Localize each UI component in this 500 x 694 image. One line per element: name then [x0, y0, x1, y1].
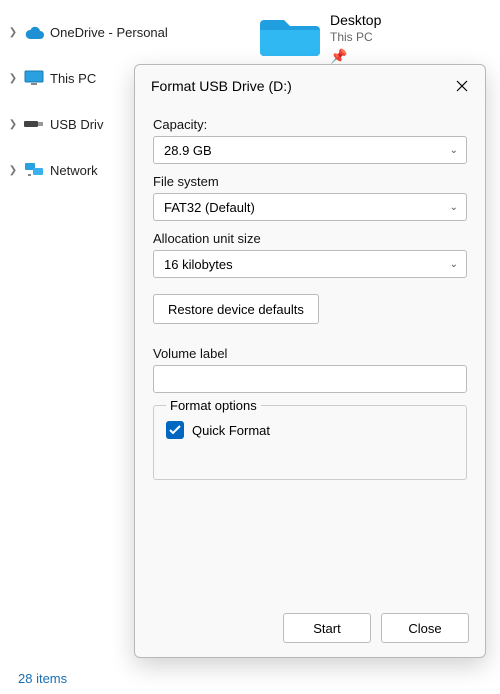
- network-icon: [24, 160, 44, 180]
- tree-item-label: OneDrive - Personal: [50, 25, 168, 40]
- cloud-icon: [24, 22, 44, 42]
- volume-label-input[interactable]: [153, 365, 467, 393]
- format-options-legend: Format options: [166, 398, 261, 413]
- dialog-titlebar: Format USB Drive (D:): [135, 65, 485, 105]
- capacity-value: 28.9 GB: [164, 143, 212, 158]
- dialog-footer: Start Close: [135, 601, 485, 657]
- folder-icon: [260, 10, 320, 58]
- close-icon: [456, 80, 468, 92]
- folder-title: Desktop: [330, 12, 381, 28]
- format-dialog: Format USB Drive (D:) Capacity: 28.9 GB …: [134, 64, 486, 658]
- tree-item-label: Network: [50, 163, 98, 178]
- check-icon: [169, 425, 181, 435]
- capacity-label: Capacity:: [153, 117, 467, 132]
- volume-label-label: Volume label: [153, 346, 467, 361]
- chevron-right-icon: ❯: [6, 165, 20, 176]
- quick-format-checkbox[interactable]: [166, 421, 184, 439]
- format-options-group: Format options Quick Format: [153, 405, 467, 480]
- pin-icon: 📌: [330, 48, 381, 65]
- chevron-right-icon: ❯: [6, 27, 20, 38]
- filesystem-label: File system: [153, 174, 467, 189]
- folder-item-desktop[interactable]: Desktop This PC 📌: [260, 10, 381, 65]
- quick-format-label: Quick Format: [192, 423, 270, 438]
- tree-item-onedrive[interactable]: ❯ OneDrive - Personal: [0, 16, 220, 48]
- filesystem-combo[interactable]: FAT32 (Default) ⌄: [153, 193, 467, 221]
- restore-defaults-button[interactable]: Restore device defaults: [153, 294, 319, 324]
- tree-item-label: This PC: [50, 71, 96, 86]
- close-button[interactable]: [451, 75, 473, 97]
- start-button[interactable]: Start: [283, 613, 371, 643]
- allocation-value: 16 kilobytes: [164, 257, 233, 272]
- folder-subtitle: This PC: [330, 30, 381, 44]
- monitor-icon: [24, 68, 44, 88]
- chevron-right-icon: ❯: [6, 73, 20, 84]
- close-dialog-button[interactable]: Close: [381, 613, 469, 643]
- usb-icon: [24, 114, 44, 134]
- dialog-title: Format USB Drive (D:): [151, 78, 292, 94]
- tree-item-label: USB Driv: [50, 117, 103, 132]
- chevron-down-icon: ⌄: [450, 259, 458, 270]
- allocation-label: Allocation unit size: [153, 231, 467, 246]
- status-item-count: 28 items: [18, 671, 67, 686]
- filesystem-value: FAT32 (Default): [164, 200, 255, 215]
- chevron-down-icon: ⌄: [450, 145, 458, 156]
- allocation-combo[interactable]: 16 kilobytes ⌄: [153, 250, 467, 278]
- chevron-down-icon: ⌄: [450, 202, 458, 213]
- capacity-combo[interactable]: 28.9 GB ⌄: [153, 136, 467, 164]
- chevron-right-icon: ❯: [6, 119, 20, 130]
